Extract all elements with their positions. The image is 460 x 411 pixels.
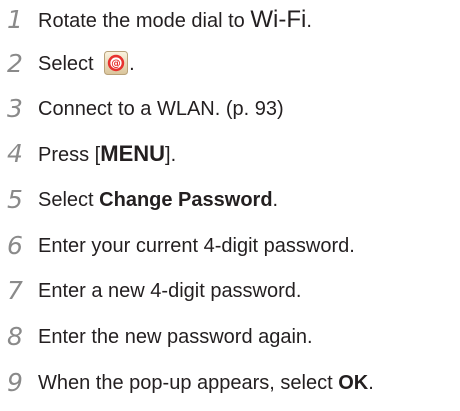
svg-text:@: @: [111, 59, 121, 70]
step-number: 6: [7, 231, 23, 260]
step-text-part: Select: [38, 53, 100, 75]
step-text-part: .: [368, 372, 374, 394]
step-number: 8: [7, 322, 23, 351]
step-number: 9: [7, 368, 23, 397]
menu-key: MENU: [100, 141, 166, 166]
step-item: 4 Press [MENU].: [0, 134, 460, 174]
step-item: 3 Connect to a WLAN. (p. 93): [0, 89, 460, 129]
email-icon: @: [104, 49, 129, 75]
step-item: 8 Enter the new password again.: [0, 317, 460, 357]
step-text-part: Press [: [38, 144, 101, 166]
step-text-part: Select: [38, 189, 100, 211]
option-name: Change Password: [99, 189, 273, 211]
step-text: Connect to a WLAN. (p. 93): [38, 98, 284, 120]
step-number: 3: [7, 94, 23, 123]
step-item: 5 Select Change Password.: [0, 180, 460, 220]
step-item: 1 Rotate the mode dial to Wi-Fi.: [0, 0, 460, 40]
option-name: OK: [338, 372, 369, 394]
step-text-part: ].: [165, 144, 177, 166]
step-text: When the pop-up appears, select OK.: [38, 363, 374, 403]
step-text-part: .: [272, 189, 279, 211]
step-text: Enter the new password again.: [38, 326, 313, 348]
step-number: 2: [7, 49, 23, 78]
step-item: 6 Enter your current 4-digit password.: [0, 226, 460, 266]
step-text-part: When the pop-up appears, select: [38, 372, 339, 394]
step-number: 7: [7, 276, 23, 305]
step-text: Select @ .: [38, 44, 135, 84]
step-text: Press [MENU].: [38, 134, 176, 175]
step-text: Rotate the mode dial to Wi-Fi.: [38, 0, 312, 41]
step-text-part: .: [129, 53, 135, 75]
step-item: 9 When the pop-up appears, select OK.: [0, 363, 460, 403]
step-text: Enter your current 4-digit password.: [38, 235, 355, 257]
step-number: 1: [7, 5, 23, 34]
step-number: 4: [7, 139, 23, 168]
step-text: Select Change Password.: [38, 180, 278, 220]
step-number: 5: [7, 185, 23, 214]
step-text: Enter a new 4-digit password.: [38, 280, 302, 302]
step-text-part: Rotate the mode dial to: [38, 10, 251, 32]
step-item: 7 Enter a new 4-digit password.: [0, 271, 460, 311]
mode-name: Wi-Fi: [250, 6, 307, 33]
step-item: 2 Select @ .: [0, 44, 460, 84]
step-text-part: .: [306, 10, 312, 32]
